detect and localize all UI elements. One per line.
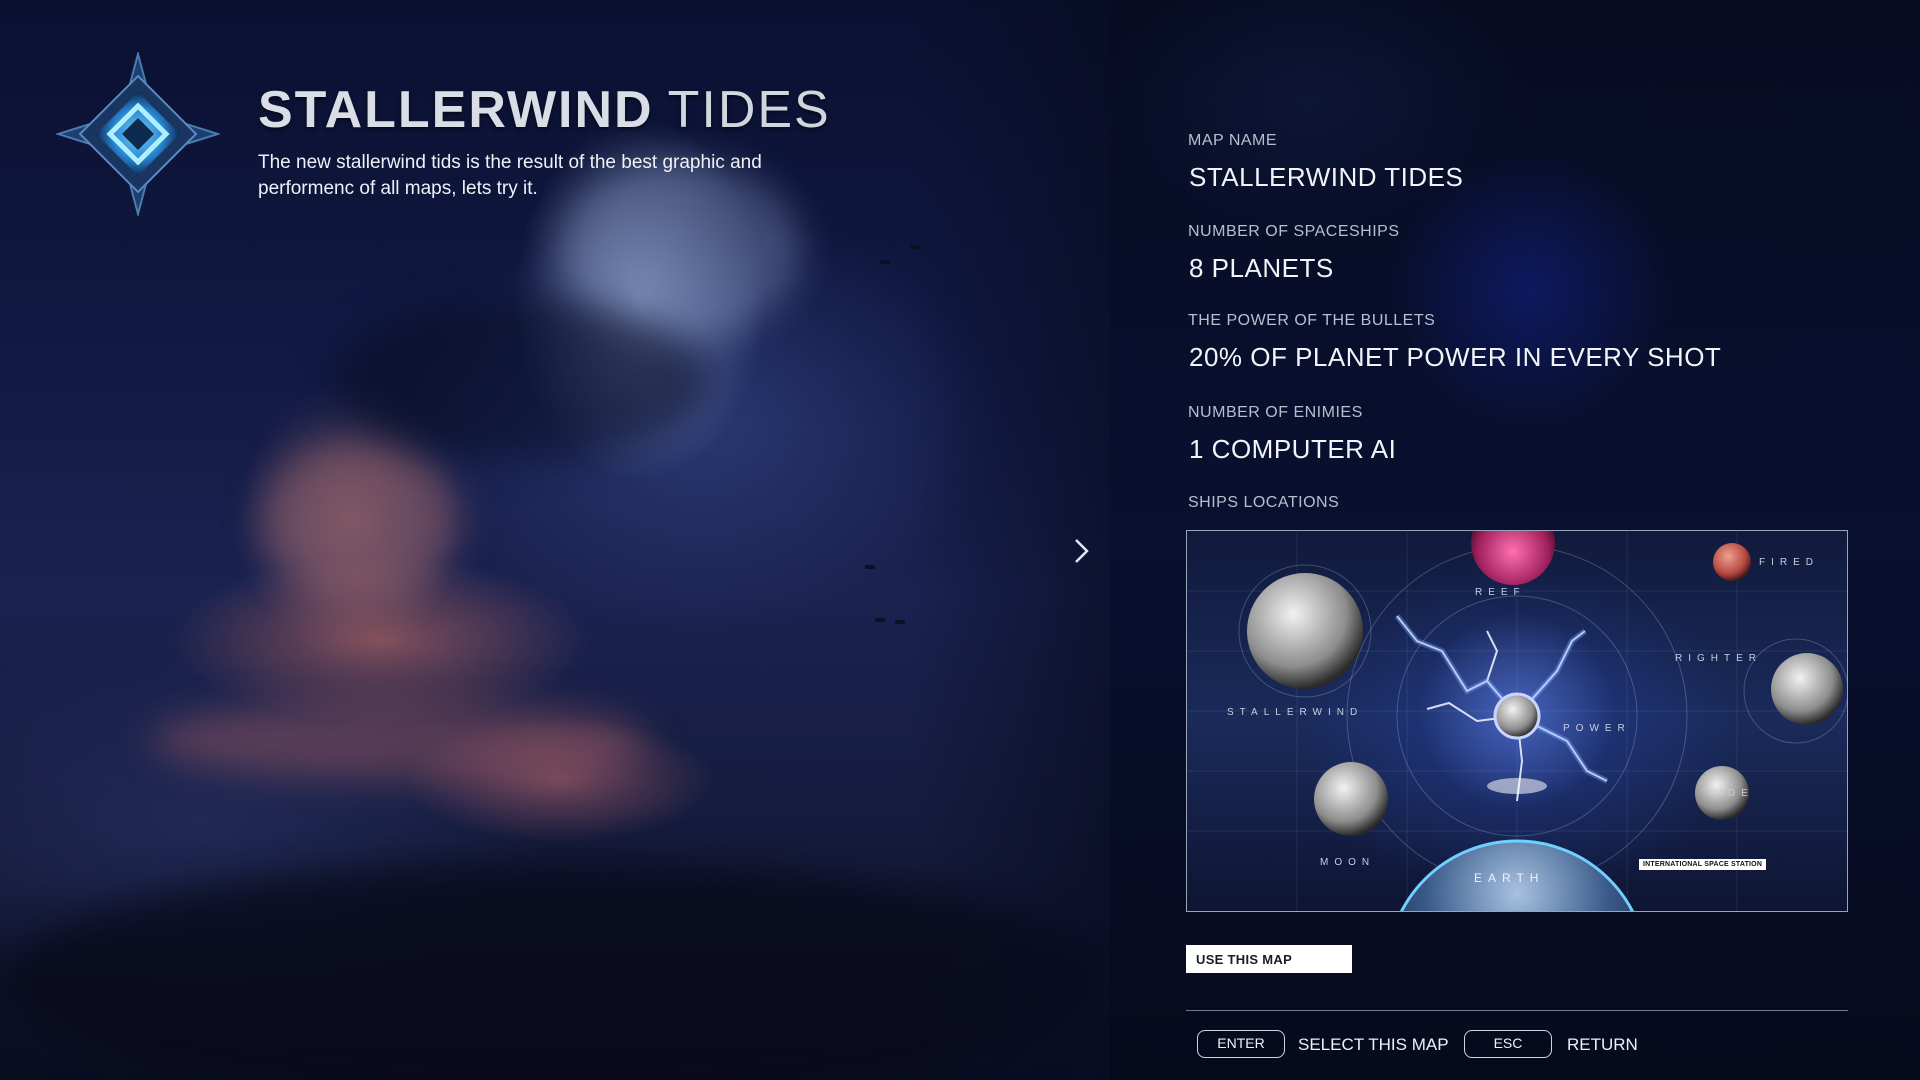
field-label-enemies: NUMBER OF ENIMIES: [1188, 404, 1363, 421]
map-place-power: POWER: [1563, 723, 1631, 734]
map-place-moon: MOON: [1320, 857, 1376, 868]
map-place-righter: RIGHTER: [1675, 653, 1762, 664]
select-map-label: SELECT THIS MAP: [1298, 1035, 1449, 1054]
return-label: RETURN: [1567, 1035, 1638, 1054]
chevron-right-icon[interactable]: [1066, 536, 1096, 566]
map-place-stallerwind: STALLERWIND: [1227, 707, 1364, 718]
map-place-fired: FIRED: [1759, 557, 1819, 568]
map-title: STALLERWIND TIDES: [258, 80, 831, 140]
field-label-spaceships: NUMBER OF SPACESHIPS: [1188, 223, 1400, 240]
field-value-map-name: STALLERWIND TIDES: [1189, 162, 1464, 192]
map-title-light: TIDES: [667, 81, 831, 139]
enter-key-hint[interactable]: ENTER: [1197, 1030, 1285, 1058]
use-this-map-button[interactable]: USE THIS MAP: [1186, 945, 1352, 973]
diamond-emblem-icon: [54, 50, 222, 218]
ships-locations-map[interactable]: REEF FIRED RIGHTER STALLERWIND POWER TID…: [1186, 530, 1848, 912]
map-place-tide: TIDE: [1707, 788, 1754, 799]
map-description: The new stallerwind tids is the result o…: [258, 152, 762, 199]
map-place-earth: EARTH: [1474, 871, 1545, 885]
field-label-map-name: MAP NAME: [1188, 132, 1278, 149]
map-title-bold: STALLERWIND: [258, 81, 654, 139]
field-label-bullet-power: THE POWER OF THE BULLETS: [1188, 312, 1436, 329]
iss-label: INTERNATIONAL SPACE STATION: [1639, 859, 1767, 870]
field-value-spaceships: 8 PLANETS: [1189, 253, 1334, 283]
field-label-ships-locations: SHIPS LOCATIONS: [1188, 494, 1340, 511]
footer-divider: [1186, 1010, 1848, 1011]
field-value-enemies: 1 COMPUTER AI: [1189, 434, 1397, 464]
field-value-bullet-power: 20% OF PLANET POWER IN EVERY SHOT: [1189, 342, 1722, 372]
map-place-reef: REEF: [1475, 587, 1526, 598]
esc-key-hint[interactable]: ESC: [1464, 1030, 1552, 1058]
